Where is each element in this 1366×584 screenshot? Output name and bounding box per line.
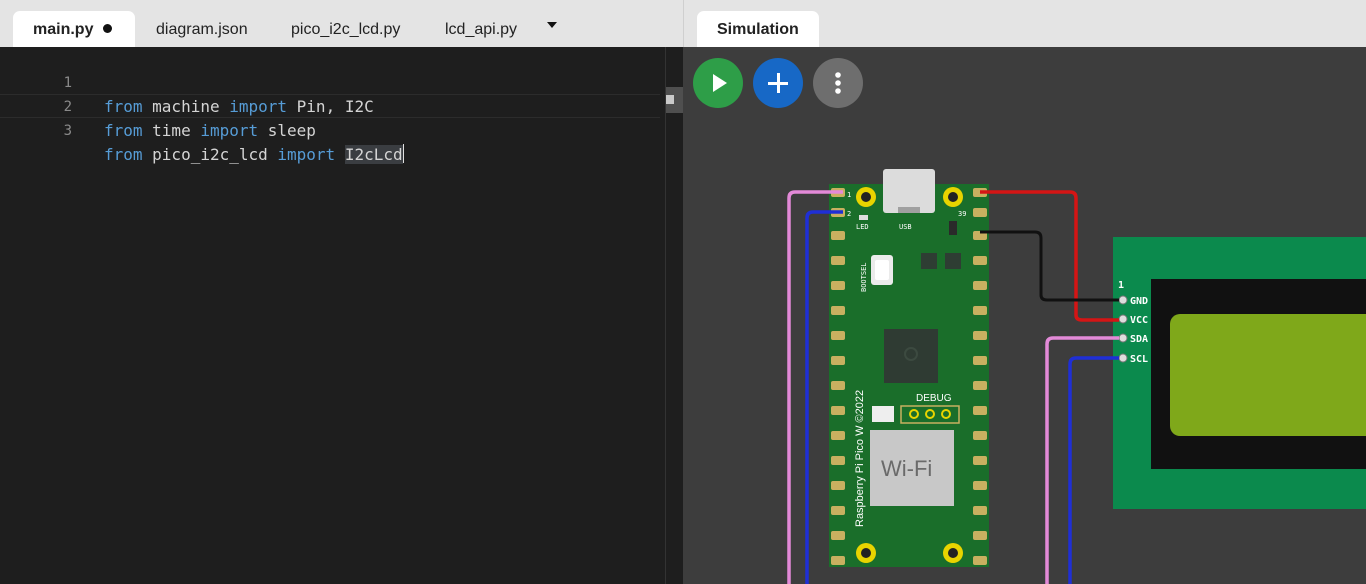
editor-tab-bar: main.py diagram.json pico_i2c_lcd.py lcd…	[0, 0, 683, 47]
wire-blue-scl[interactable]	[1068, 356, 1119, 584]
text-cursor	[402, 144, 404, 163]
app-window: main.py diagram.json pico_i2c_lcd.py lcd…	[0, 0, 1366, 584]
tab-label: pico_i2c_lcd.py	[291, 21, 401, 38]
onboard-led	[859, 215, 868, 220]
wire-black-gnd[interactable]	[980, 230, 1119, 302]
pin-39-label: 39	[958, 210, 966, 218]
editor-scrollbar[interactable]	[665, 47, 684, 584]
led-label: LED	[856, 223, 869, 231]
tab-lcd-api-py[interactable]: lcd_api.py	[445, 11, 517, 47]
wire-pink-sda[interactable]	[1045, 336, 1119, 584]
lcd-pin-index-label: 1	[1118, 280, 1124, 291]
selected-text: I2cLcd	[344, 145, 403, 164]
tab-simulation[interactable]: Simulation	[697, 11, 819, 47]
tab-label: lcd_api.py	[445, 21, 518, 38]
pin-2-label: 2	[847, 210, 851, 218]
svg-text:SDA: SDA	[1130, 334, 1148, 345]
svg-text:VCC: VCC	[1130, 315, 1148, 326]
unsaved-dot-icon	[103, 24, 113, 33]
code-line: 2 from time import sleep	[0, 71, 660, 140]
usb-label: USB	[899, 223, 912, 231]
pico-w-board[interactable]: 1 2 39 LED USB BOOTSEL Raspberry Pi Pico…	[829, 169, 989, 567]
line-number: 3	[63, 123, 72, 139]
tab-label: diagram.json	[156, 21, 248, 38]
tab-main-py[interactable]: main.py	[13, 11, 135, 47]
pin-1-label: 1	[847, 191, 851, 199]
code-line-current: 3 from pico_i2c_lcd import I2cLcd	[0, 94, 660, 164]
bootsel-label: BOOTSEL	[860, 262, 868, 292]
svg-text:GND: GND	[1130, 296, 1148, 307]
tabs-overflow-dropdown-icon[interactable]	[545, 18, 559, 32]
board-name-label: Raspberry Pi Pico W ©2022	[854, 390, 866, 527]
code-editor[interactable]: 1 from machine import Pin, I2C 2 from ti…	[0, 47, 683, 584]
scrollbar-cursor-marker	[666, 95, 674, 104]
circuit-diagram: 1 GND VCC SDA SCL 1 2 39 LED USB BOOTSEL…	[787, 169, 1366, 584]
rp2040-chip	[884, 329, 938, 383]
tab-label: main.py	[33, 21, 94, 38]
code-line: 1 from machine import Pin, I2C	[0, 47, 660, 116]
simulation-header: Simulation	[683, 0, 1366, 47]
tab-pico-i2c-lcd-py[interactable]: pico_i2c_lcd.py	[291, 11, 400, 47]
simulation-canvas[interactable]: 1 GND VCC SDA SCL 1 2 39 LED USB BOOTSEL…	[683, 47, 1366, 584]
code-text: from pico_i2c_lcd import I2cLcd	[104, 144, 404, 164]
lcd-module[interactable]: 1 GND VCC SDA SCL	[1113, 237, 1366, 509]
wifi-label: Wi-Fi	[881, 456, 932, 481]
usb-connector	[883, 169, 935, 213]
debug-label: DEBUG	[916, 393, 952, 404]
tab-diagram-json[interactable]: diagram.json	[156, 11, 248, 47]
svg-text:SCL: SCL	[1130, 354, 1148, 365]
code-text: from time import sleep	[104, 121, 316, 140]
